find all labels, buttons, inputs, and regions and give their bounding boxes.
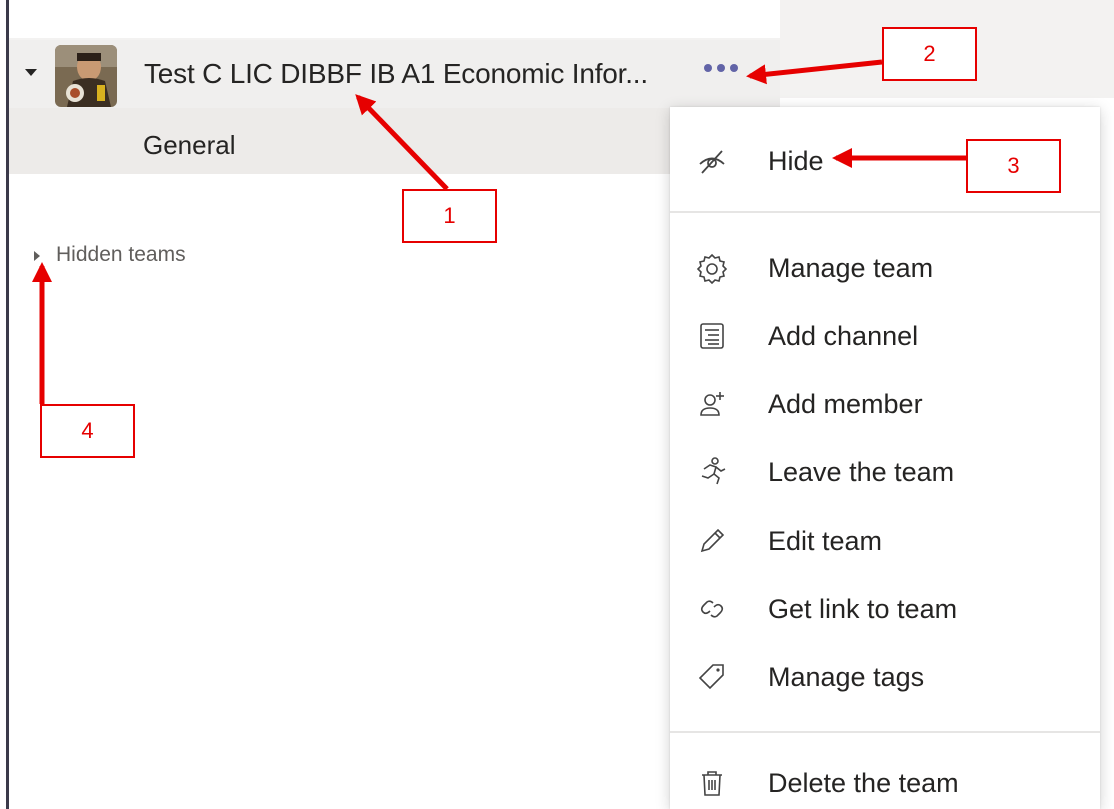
menu-item-add-channel[interactable]: Add channel	[670, 306, 1100, 366]
expand-caret-icon[interactable]	[34, 251, 40, 261]
menu-item-delete-team[interactable]: Delete the team	[670, 753, 1100, 809]
pencil-icon	[700, 528, 725, 553]
team-context-menu: Hide Manage team Add channel Add member	[670, 107, 1100, 809]
menu-item-get-link[interactable]: Get link to team	[670, 579, 1100, 639]
link-icon	[700, 600, 724, 618]
menu-divider	[670, 731, 1100, 733]
callout-1: 1	[402, 189, 497, 243]
team-avatar	[55, 45, 117, 107]
tag-icon	[698, 664, 724, 690]
menu-item-label: Leave the team	[768, 456, 955, 487]
menu-item-label: Get link to team	[768, 593, 958, 624]
dot-icon	[717, 64, 725, 72]
menu-item-manage-tags[interactable]: Manage tags	[670, 647, 1100, 707]
gear-icon	[696, 253, 728, 284]
callout-2: 2	[882, 27, 977, 81]
hide-icon	[699, 150, 725, 174]
menu-item-label: Manage tags	[768, 661, 925, 692]
channel-row-general[interactable]	[9, 108, 780, 174]
trash-icon	[702, 771, 722, 796]
menu-item-label: Delete the team	[768, 767, 959, 798]
menu-item-label: Hide	[768, 145, 824, 176]
channel-list-icon	[700, 323, 724, 349]
menu-divider	[670, 211, 1100, 213]
collapse-caret-icon[interactable]	[25, 69, 37, 76]
dot-icon	[704, 64, 712, 72]
menu-item-label: Add member	[768, 388, 923, 419]
team-name[interactable]: Test C LIC DIBBF IB A1 Economic Infor...	[144, 58, 648, 90]
add-person-icon	[700, 392, 724, 416]
callout-4: 4	[40, 404, 135, 458]
menu-item-label: Add channel	[768, 320, 919, 351]
leave-runner-icon	[701, 457, 726, 485]
menu-item-label: Manage team	[768, 252, 934, 283]
channel-name[interactable]: General	[143, 130, 236, 161]
menu-item-edit-team[interactable]: Edit team	[670, 511, 1100, 571]
more-options-icon[interactable]	[704, 64, 738, 72]
menu-item-leave-team[interactable]: Leave the team	[670, 442, 1100, 502]
menu-item-label: Edit team	[768, 525, 883, 556]
hidden-teams-toggle[interactable]: Hidden teams	[56, 243, 186, 267]
dot-icon	[730, 64, 738, 72]
menu-item-manage-team[interactable]: Manage team	[670, 238, 1100, 298]
menu-item-add-member[interactable]: Add member	[670, 374, 1100, 434]
callout-3: 3	[966, 139, 1061, 193]
